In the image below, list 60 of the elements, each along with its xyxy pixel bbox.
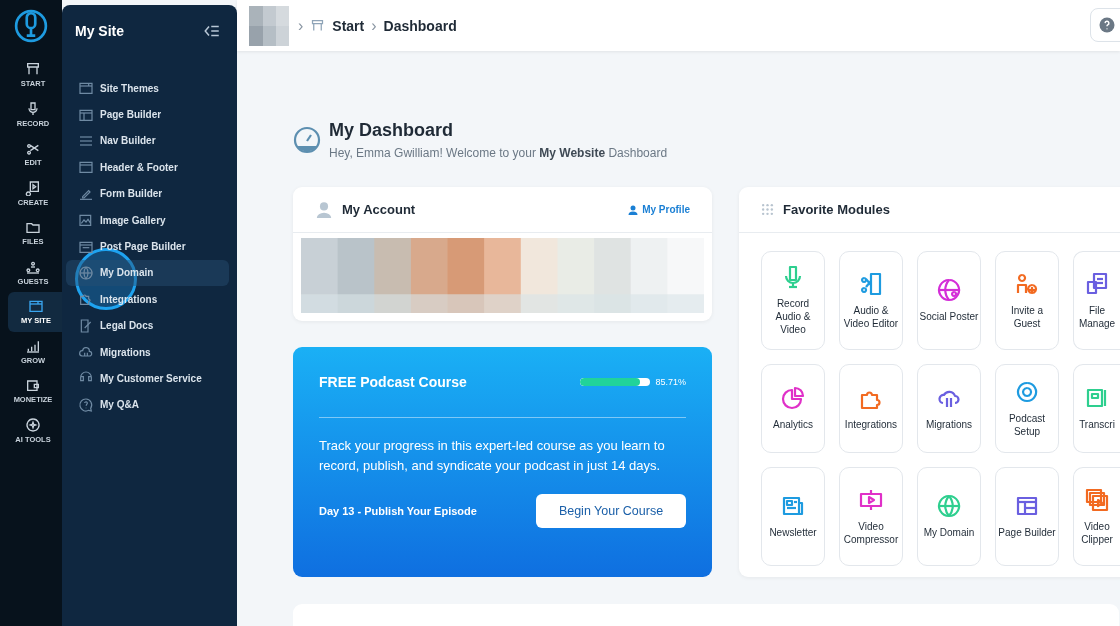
window-icon: [78, 80, 94, 97]
module-tile[interactable]: Record Audio & Video: [761, 251, 825, 350]
course-title: FREE Podcast Course: [319, 374, 468, 390]
sidebar-item[interactable]: Site Themes: [66, 75, 229, 102]
module-tile[interactable]: Newsletter: [761, 467, 825, 566]
wallet-icon: [25, 377, 41, 394]
image-icon: [78, 212, 94, 229]
course-description: Track your progress in this expert-led course as you learn to record, publish, and syndicate your podcast in just 14 days.: [319, 437, 666, 475]
progress-bar: [580, 378, 651, 386]
grid-icon: [761, 203, 774, 216]
logo-icon[interactable]: [14, 9, 48, 43]
sidebar-item[interactable]: Header & Footer: [66, 154, 229, 181]
card-title: Favorite Modules: [783, 202, 890, 217]
sidebar-item[interactable]: My Customer Service: [66, 365, 229, 392]
lesson-label: Day 13 - Publish Your Episode: [319, 505, 477, 517]
module-tile[interactable]: Transcri: [1073, 364, 1120, 453]
sidebar-item[interactable]: Migrations: [66, 338, 229, 366]
progress-reading: 85.71%: [655, 377, 686, 387]
help-icon: [1098, 16, 1116, 34]
module-tile[interactable]: Invite a Guest: [995, 251, 1059, 350]
module-tile[interactable]: Page Builder: [995, 467, 1059, 566]
help-button[interactable]: [1090, 8, 1120, 42]
module-tile[interactable]: Podcast Setup: [995, 364, 1059, 453]
module-tile[interactable]: Video Compressor: [839, 467, 903, 566]
sidebar-item[interactable]: Form Builder: [66, 180, 229, 207]
question-bubble-icon: [78, 396, 94, 413]
module-tile[interactable]: My Domain: [917, 467, 981, 566]
sidebar-item[interactable]: My Domain: [66, 259, 229, 287]
sidebar-item[interactable]: Legal Docs: [66, 312, 229, 339]
card-title: My Account: [342, 202, 416, 217]
module-tile[interactable]: Audio & Video Editor: [839, 251, 903, 350]
module-tile[interactable]: Social Poster: [917, 251, 981, 350]
begin-course-button[interactable]: Begin Your Course: [536, 494, 686, 528]
person-icon: [628, 204, 639, 215]
window-icon: [78, 159, 94, 176]
page-title: My Dashboard: [329, 120, 455, 141]
module-tile[interactable]: Analytics: [761, 364, 825, 453]
microphone-icon: [25, 100, 41, 117]
chevron-icon: ›: [371, 16, 377, 35]
module-tile[interactable]: File Manage: [1073, 251, 1120, 350]
play-document-icon: [25, 179, 41, 196]
puzzle-icon: [78, 291, 94, 308]
window-icon: [28, 298, 44, 315]
sidebar-title: My Site: [75, 23, 124, 39]
welcome-text: Hey, Emma Gwilliam! Welcome to your My Website Dashboard: [329, 146, 668, 160]
module-tile[interactable]: Video Clipper: [1073, 467, 1120, 566]
profile-link[interactable]: My Profile: [628, 204, 690, 215]
sidebar-item[interactable]: Nav Builder: [66, 127, 229, 155]
sidebar-item[interactable]: My Q&A: [66, 391, 229, 419]
breadcrumb-link[interactable]: Start: [332, 17, 365, 34]
document-pencil-icon: [78, 317, 94, 334]
module-tile[interactable]: Integrations: [839, 364, 903, 453]
gate-icon: [310, 18, 326, 33]
chevron-icon: ›: [298, 16, 304, 35]
globe-icon: [78, 264, 94, 281]
person-icon: [315, 200, 333, 219]
speedometer-icon: [293, 126, 321, 154]
sidebar-item[interactable]: Page Builder: [66, 101, 229, 128]
sidebar-item[interactable]: Image Gallery: [66, 206, 229, 234]
module-tile[interactable]: Migrations: [917, 364, 981, 453]
